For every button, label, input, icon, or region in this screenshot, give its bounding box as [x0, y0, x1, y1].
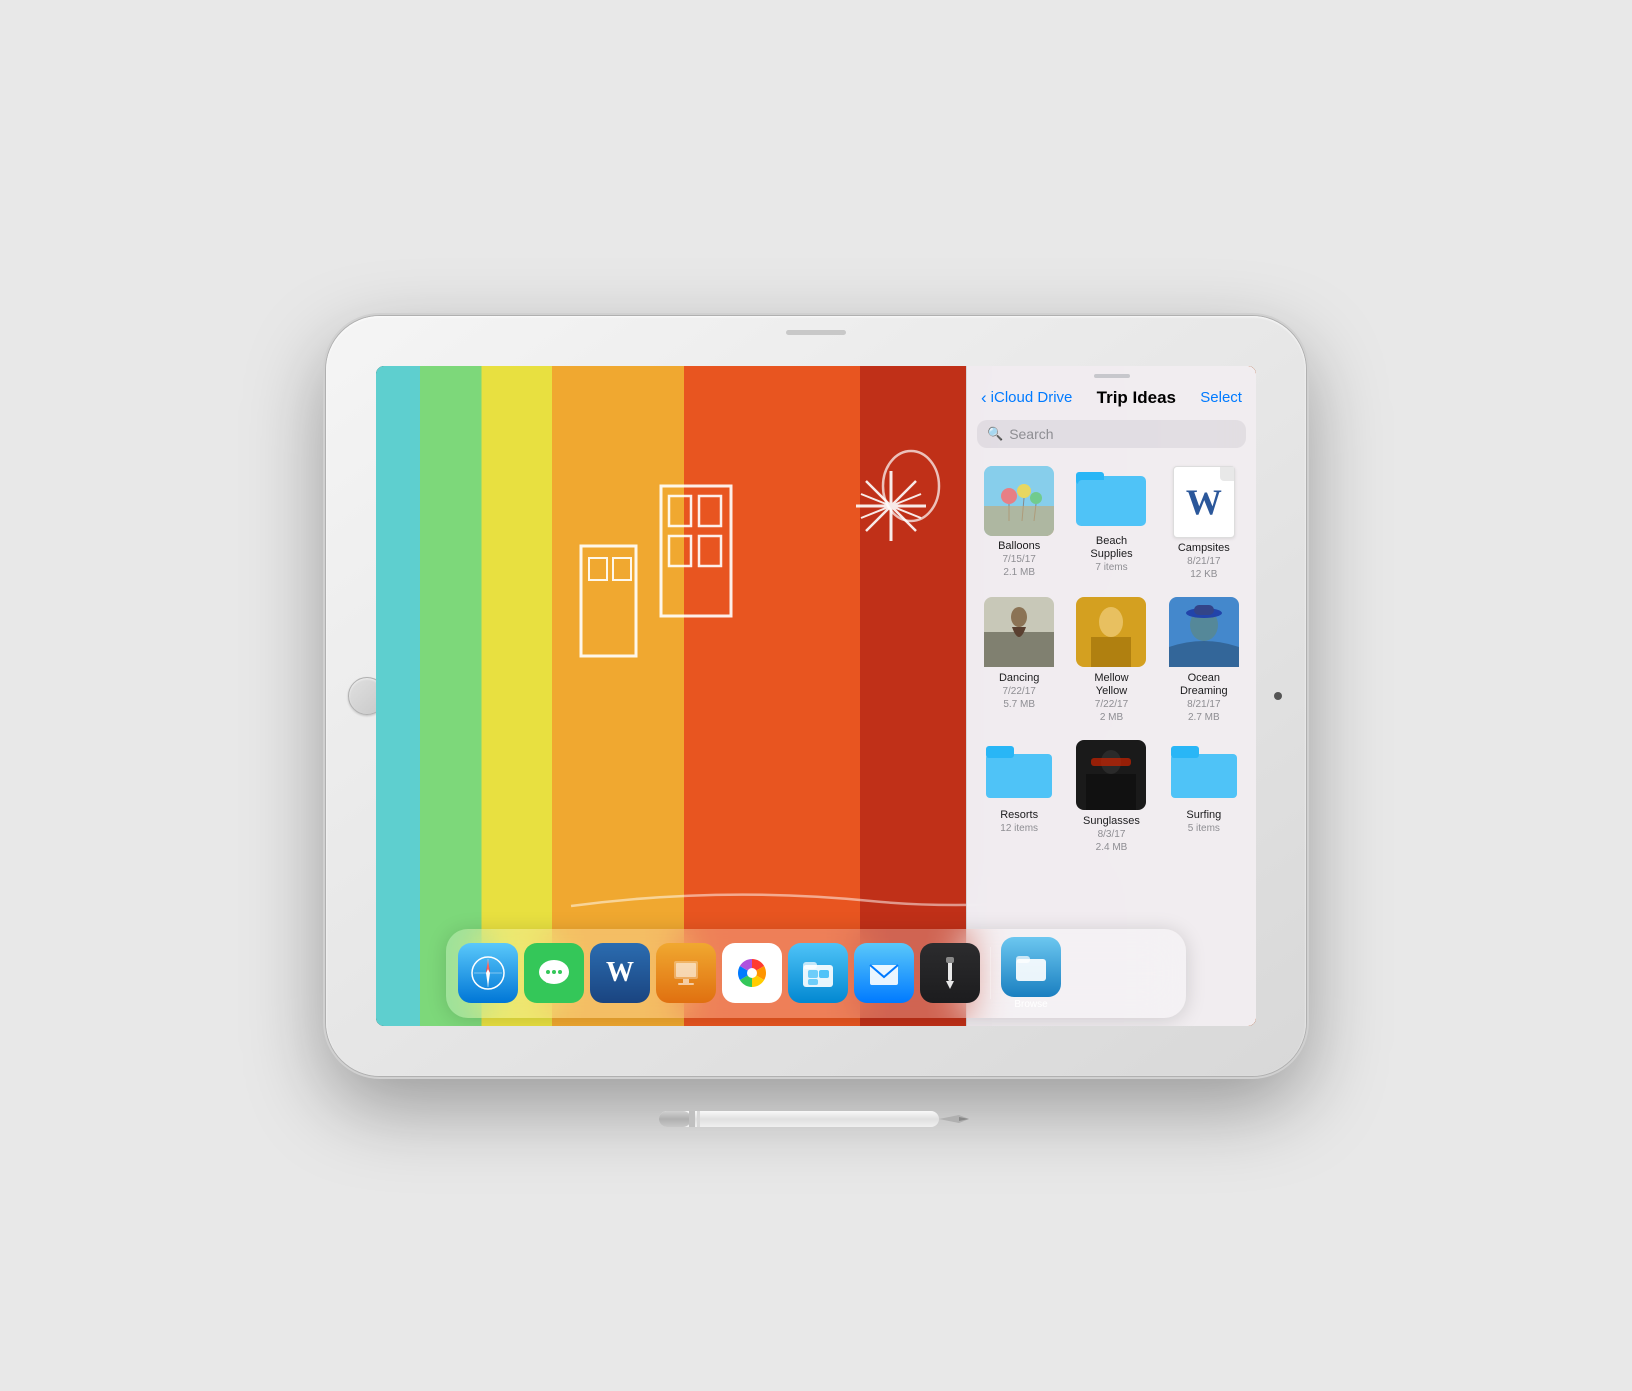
back-button[interactable]: ‹ iCloud Drive	[981, 388, 1072, 408]
file-name-ocean: OceanDreaming	[1180, 672, 1228, 698]
dock-app-pencil-app[interactable]	[920, 943, 980, 1003]
dock-app-safari[interactable]	[458, 943, 518, 1003]
file-meta-ocean: 8/21/172.7 MB	[1187, 698, 1220, 724]
search-placeholder: Search	[1009, 426, 1053, 442]
camera-dot	[1274, 692, 1282, 700]
panel-nav: ‹ iCloud Drive Trip Ideas Select	[967, 380, 1256, 416]
dock-app-browse-wrapper: Browse	[1001, 937, 1061, 1010]
file-name-beach: BeachSupplies	[1090, 535, 1132, 561]
dock-app-photos[interactable]	[722, 943, 782, 1003]
file-name-sunglasses: Sunglasses	[1083, 815, 1140, 828]
file-meta-campsites: 8/21/1712 KB	[1187, 555, 1220, 581]
file-item-sunglasses[interactable]: Sunglasses 8/3/172.4 MB	[1067, 734, 1155, 860]
browse-label: Browse	[1014, 999, 1047, 1010]
file-meta-balloons: 7/15/172.1 MB	[1002, 553, 1035, 579]
file-name-balloons: Balloons	[998, 540, 1040, 553]
file-item-campsites[interactable]: W Campsites 8/21/1712 KB	[1160, 460, 1248, 587]
dock-app-word[interactable]: W	[590, 943, 650, 1003]
file-name-resorts: Resorts	[1000, 809, 1038, 822]
select-button[interactable]: Select	[1200, 389, 1242, 406]
file-meta-resorts: 12 items	[1000, 822, 1038, 835]
dock-app-messages[interactable]	[524, 943, 584, 1003]
file-item-dancing[interactable]: Dancing 7/22/175.7 MB	[975, 591, 1063, 730]
file-name-dancing: Dancing	[999, 672, 1039, 685]
dock: W	[446, 929, 1186, 1018]
file-meta-dancing: 7/22/175.7 MB	[1002, 685, 1035, 711]
file-meta-surfing: 5 items	[1188, 822, 1220, 835]
file-thumb-balloons	[984, 466, 1054, 536]
file-item-ocean-dreaming[interactable]: OceanDreaming 8/21/172.7 MB	[1160, 591, 1248, 730]
back-label: iCloud Drive	[991, 389, 1073, 406]
file-item-mellow-yellow[interactable]: MellowYellow 7/22/172 MB	[1067, 591, 1155, 730]
file-thumb-sunglasses	[1076, 740, 1146, 815]
dock-separator	[990, 947, 991, 999]
file-item-surfing[interactable]: Surfing 5 items	[1160, 734, 1248, 860]
panel-title: Trip Ideas	[1097, 388, 1176, 408]
speaker-bar	[786, 330, 846, 335]
file-name-campsites: Campsites	[1178, 542, 1230, 555]
file-meta-beach: 7 items	[1095, 561, 1127, 574]
file-thumb-ocean	[1169, 597, 1239, 672]
word-app-icon: W	[606, 957, 634, 989]
icloud-panel: ‹ iCloud Drive Trip Ideas Select 🔍 Searc…	[966, 366, 1256, 1026]
folder-icon-resorts	[984, 740, 1054, 805]
folder-icon-surfing	[1169, 740, 1239, 805]
file-meta-mellow: 7/22/172 MB	[1095, 698, 1128, 724]
folder-icon-beach	[1076, 466, 1146, 531]
ipad-screen: ‹ iCloud Drive Trip Ideas Select 🔍 Searc…	[376, 366, 1256, 1026]
file-item-beach-supplies[interactable]: BeachSupplies 7 items	[1067, 460, 1155, 587]
dock-app-keynote[interactable]	[656, 943, 716, 1003]
panel-handle	[1094, 374, 1130, 378]
dock-app-mail[interactable]	[854, 943, 914, 1003]
file-thumb-dancing	[984, 597, 1054, 672]
ipad-shell: ‹ iCloud Drive Trip Ideas Select 🔍 Searc…	[326, 316, 1306, 1076]
word-icon: W	[1186, 481, 1222, 523]
file-item-resorts[interactable]: Resorts 12 items	[975, 734, 1063, 860]
dock-app-browse[interactable]	[1001, 937, 1061, 997]
search-icon: 🔍	[987, 426, 1003, 442]
file-name-surfing: Surfing	[1186, 809, 1221, 822]
file-thumb-mellow	[1076, 597, 1146, 672]
dock-app-files[interactable]	[788, 943, 848, 1003]
file-item-balloons[interactable]: Balloons 7/15/172.1 MB	[975, 460, 1063, 587]
back-chevron-icon: ‹	[981, 388, 987, 408]
file-name-mellow: MellowYellow	[1094, 672, 1128, 698]
file-meta-sunglasses: 8/3/172.4 MB	[1096, 828, 1128, 854]
search-bar[interactable]: 🔍 Search	[977, 420, 1246, 448]
apple-pencil	[629, 1107, 969, 1136]
file-thumb-campsites: W	[1173, 466, 1235, 538]
